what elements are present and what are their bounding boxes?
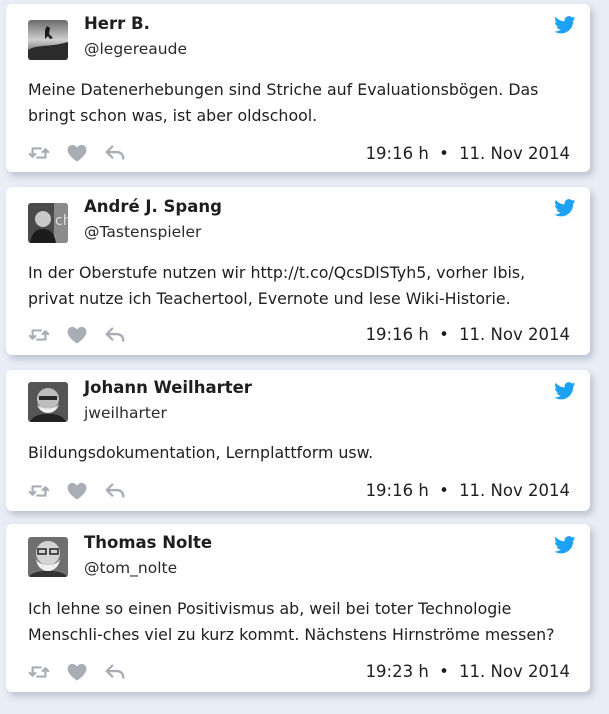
tweet-actions [28, 662, 126, 682]
avatar[interactable] [28, 382, 68, 422]
time-separator: • [439, 144, 449, 163]
tweet-timestamp[interactable]: 19:16 h • 11. Nov 2014 [366, 481, 570, 500]
time-separator: • [439, 481, 449, 500]
time-separator: • [439, 325, 449, 344]
author-name[interactable]: André J. Spang [84, 197, 222, 216]
reply-icon[interactable] [104, 326, 126, 344]
tweet-time: 19:16 h [365, 144, 429, 163]
tweet-card[interactable]: Johann Weilharter jweilharter Bildungsdo… [6, 370, 590, 511]
heart-icon[interactable] [66, 663, 88, 681]
tweet-text: Ich lehne so einen Positivismus ab, weil… [28, 599, 555, 644]
tweet-time: 19:16 h [365, 481, 429, 500]
tweet-date: 11. Nov 2014 [459, 325, 570, 344]
tweet-feed: Herr B. @legereaude Meine Datenerhebunge… [0, 0, 609, 714]
author-handle[interactable]: @tom_nolte [84, 559, 177, 577]
avatar[interactable] [28, 537, 68, 577]
twitter-bird-icon[interactable] [554, 199, 576, 217]
retweet-icon[interactable] [28, 326, 50, 344]
retweet-icon[interactable] [28, 144, 50, 162]
tweet-date: 11. Nov 2014 [459, 144, 570, 163]
tweet-text: Meine Datenerhebungen sind Striche auf E… [28, 80, 539, 125]
heart-icon[interactable] [66, 326, 88, 344]
tweet-time: 19:23 h [365, 662, 429, 681]
tweet-text: Bildungsdokumentation, Lernplattform usw… [28, 443, 374, 462]
heart-icon[interactable] [66, 144, 88, 162]
svg-text:ch: ch [55, 213, 68, 229]
tweet-timestamp[interactable]: 19:16 h • 11. Nov 2014 [366, 325, 570, 344]
retweet-icon[interactable] [28, 482, 50, 500]
tweet-card[interactable]: Thomas Nolte @tom_nolte Ich lehne so ein… [6, 524, 590, 692]
avatar[interactable] [28, 20, 68, 60]
avatar[interactable]: ch [28, 203, 68, 243]
author-name[interactable]: Thomas Nolte [84, 533, 212, 552]
twitter-bird-icon[interactable] [554, 16, 576, 34]
tweet-date: 11. Nov 2014 [459, 662, 570, 681]
time-separator: • [439, 662, 449, 681]
tweet-text: In der Oberstufe nutzen wir http://t.co/… [28, 263, 526, 308]
reply-icon[interactable] [104, 144, 126, 162]
reply-icon[interactable] [104, 663, 126, 681]
tweet-card[interactable]: Herr B. @legereaude Meine Datenerhebunge… [6, 4, 590, 172]
retweet-icon[interactable] [28, 663, 50, 681]
tweet-actions [28, 143, 126, 163]
author-name[interactable]: Herr B. [84, 14, 150, 33]
reply-icon[interactable] [104, 482, 126, 500]
author-handle[interactable]: jweilharter [84, 404, 167, 422]
tweet-actions [28, 325, 126, 345]
author-name[interactable]: Johann Weilharter [84, 378, 252, 397]
tweet-card[interactable]: ch André J. Spang @Tastenspieler In der … [6, 187, 590, 355]
tweet-timestamp[interactable]: 19:16 h • 11. Nov 2014 [366, 144, 570, 163]
tweet-actions [28, 481, 126, 501]
twitter-bird-icon[interactable] [554, 382, 576, 400]
heart-icon[interactable] [66, 482, 88, 500]
twitter-bird-icon[interactable] [554, 536, 576, 554]
tweet-date: 11. Nov 2014 [459, 481, 570, 500]
tweet-time: 19:16 h [365, 325, 429, 344]
tweet-timestamp[interactable]: 19:23 h • 11. Nov 2014 [366, 662, 570, 681]
author-handle[interactable]: @Tastenspieler [84, 223, 201, 241]
author-handle[interactable]: @legereaude [84, 40, 187, 58]
